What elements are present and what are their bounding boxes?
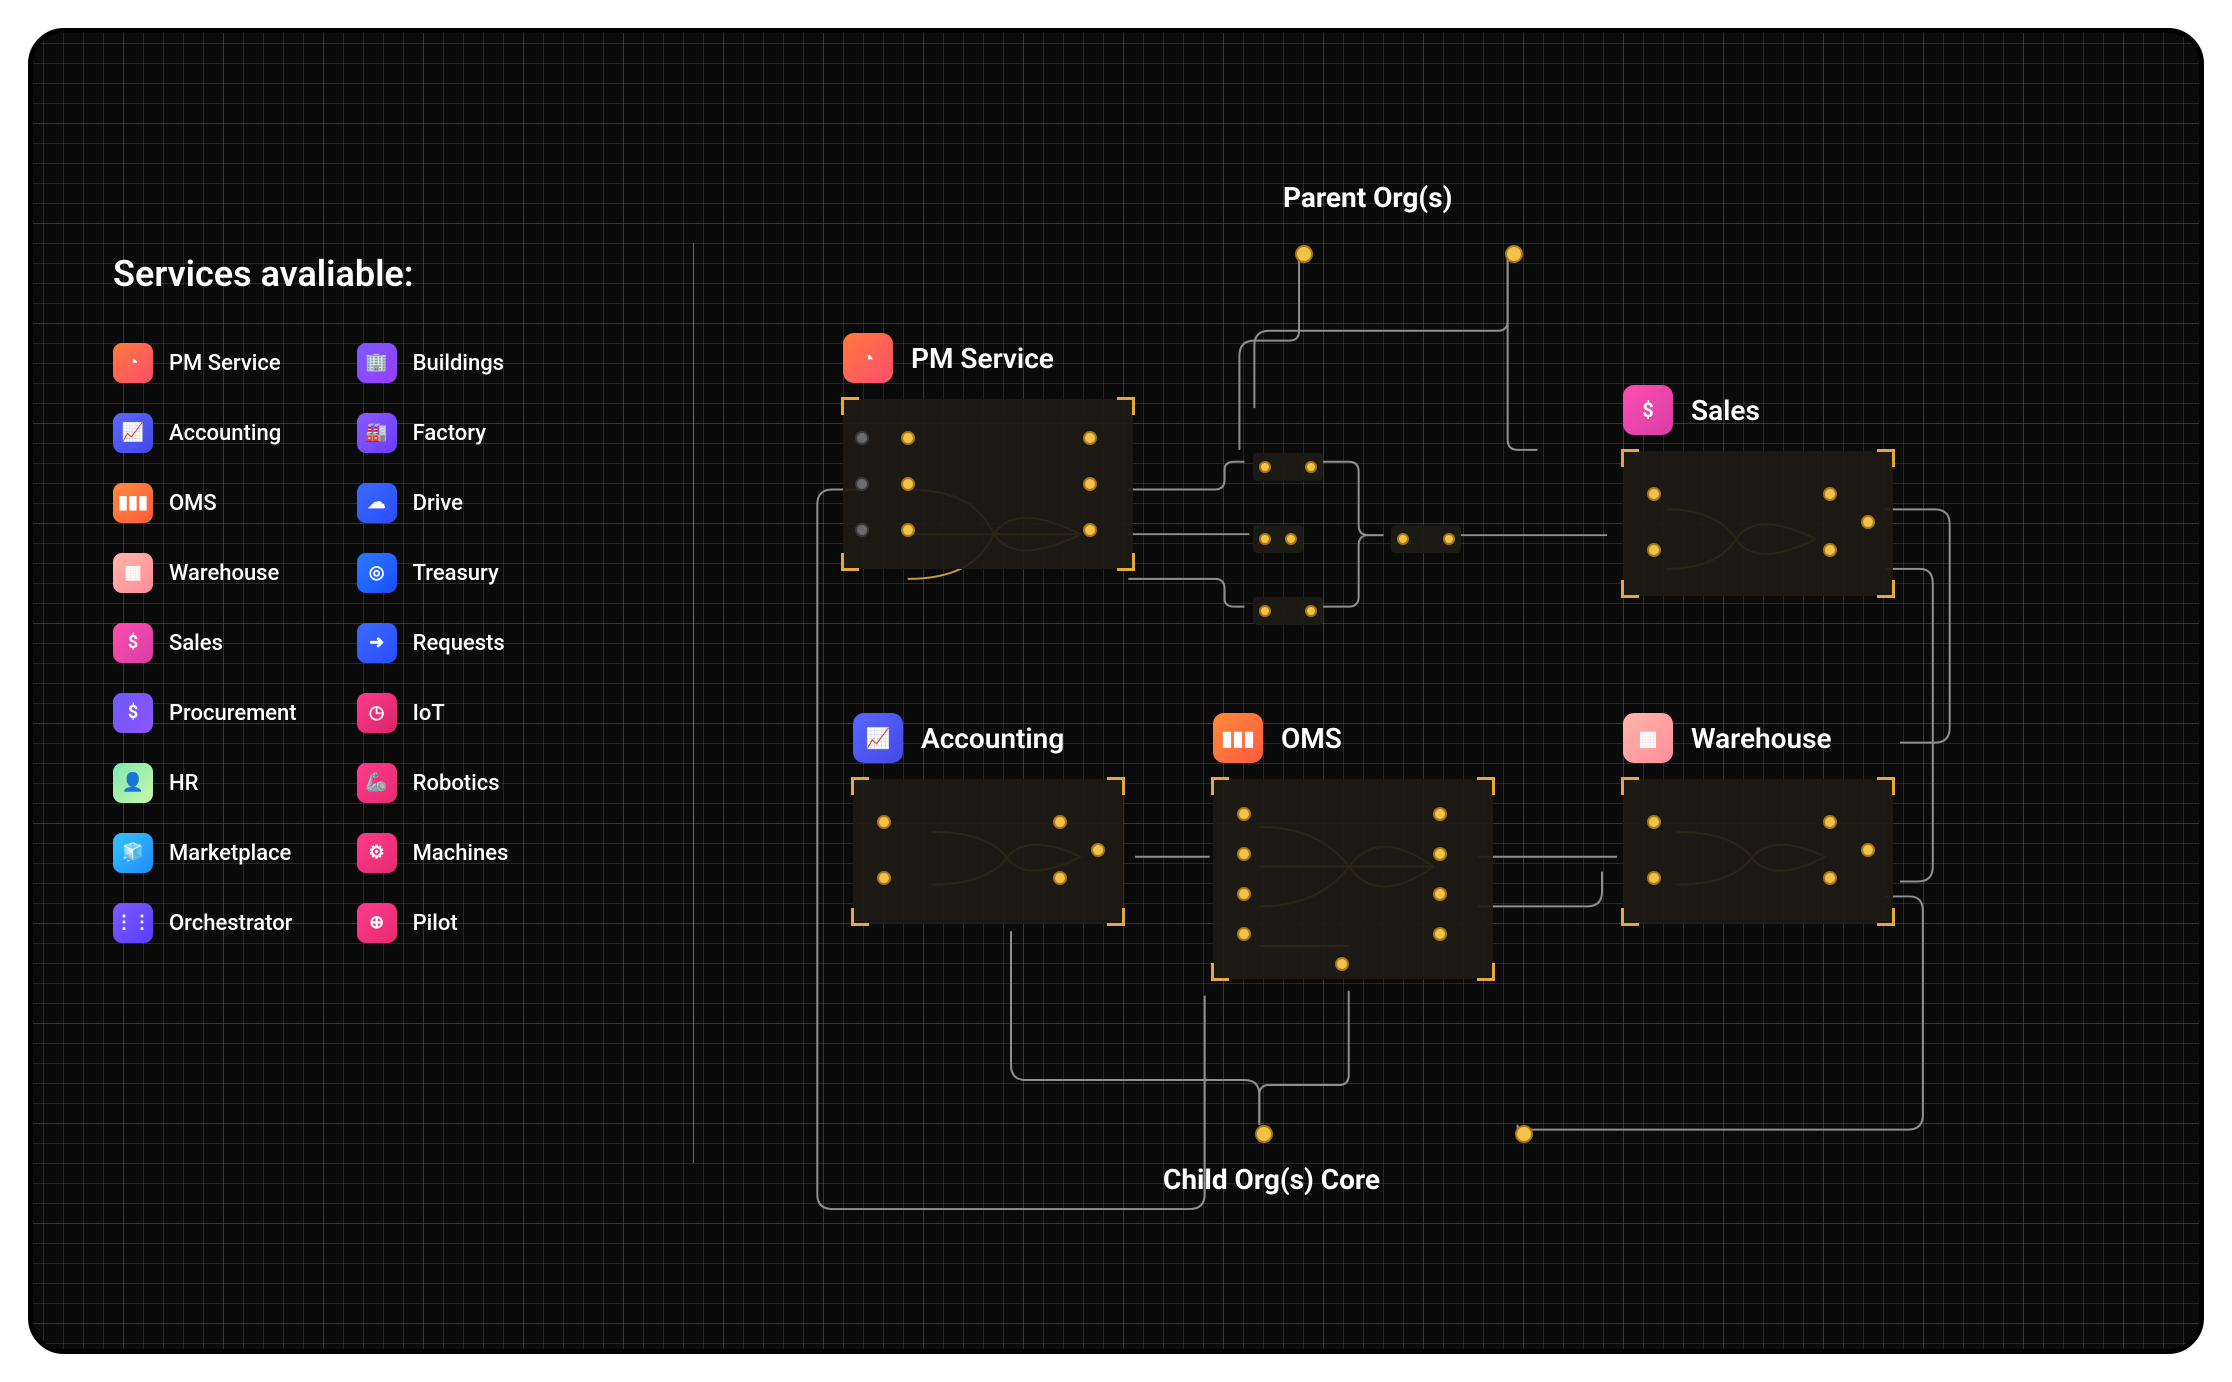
service-label: OMS — [169, 491, 217, 516]
pm-service-icon: ◔ — [843, 333, 893, 383]
sales-icon: $ — [1623, 385, 1673, 435]
service-label: IoT — [413, 701, 445, 726]
service-label: Drive — [413, 491, 463, 516]
service-item-factory[interactable]: 🏭 Factory — [357, 413, 509, 453]
service-label: Robotics — [413, 771, 500, 796]
accounting-icon: 📈 — [113, 413, 153, 453]
service-label: Procurement — [169, 701, 297, 726]
diagram-area[interactable]: Parent Org(s) Child Org(s) Core ◔ PM Ser… — [713, 33, 2199, 1349]
orchestrator-icon: ⋮⋮ — [113, 903, 153, 943]
service-item-hr[interactable]: 👤 HR — [113, 763, 297, 803]
parent-orgs-label: Parent Org(s) — [1283, 181, 1452, 214]
requests-icon: ➜ — [357, 623, 397, 663]
node-title: Sales — [1691, 394, 1760, 427]
treasury-icon: ◎ — [357, 553, 397, 593]
service-label: Requests — [413, 631, 505, 656]
buildings-icon: 🏢 — [357, 343, 397, 383]
service-item-marketplace[interactable]: 🧊 Marketplace — [113, 833, 297, 873]
service-item-accounting[interactable]: 📈 Accounting — [113, 413, 297, 453]
sales-icon: $ — [113, 623, 153, 663]
node-title: Warehouse — [1691, 722, 1832, 755]
service-item-warehouse[interactable]: ▦ Warehouse — [113, 553, 297, 593]
node-title: PM Service — [911, 342, 1054, 375]
service-label: Machines — [413, 841, 509, 866]
node-accounting[interactable]: 📈 Accounting — [853, 713, 1123, 924]
iot-icon: ◷ — [357, 693, 397, 733]
service-label: Orchestrator — [169, 911, 292, 936]
service-item-procurement[interactable]: $ Procurement — [113, 693, 297, 733]
service-item-sales[interactable]: $ Sales — [113, 623, 297, 663]
sidebar-title: Services avaliable: — [113, 253, 673, 295]
marketplace-icon: 🧊 — [113, 833, 153, 873]
factory-icon: 🏭 — [357, 413, 397, 453]
relay-node-2[interactable] — [1253, 525, 1303, 553]
child-endpoint-1[interactable] — [1255, 1125, 1273, 1143]
service-label: PM Service — [169, 351, 281, 376]
service-label: Marketplace — [169, 841, 291, 866]
service-label: HR — [169, 771, 198, 796]
service-item-oms[interactable]: ▮▮▮ OMS — [113, 483, 297, 523]
wires-layer — [713, 33, 2199, 1349]
service-item-iot[interactable]: ◷ IoT — [357, 693, 509, 733]
service-item-machines[interactable]: ⚙ Machines — [357, 833, 509, 873]
sidebar-divider — [693, 243, 694, 1163]
service-label: Treasury — [413, 561, 499, 586]
node-pm-service[interactable]: ◔ PM Service — [843, 333, 1133, 569]
node-title: Accounting — [921, 722, 1064, 755]
hr-icon: 👤 — [113, 763, 153, 803]
services-sidebar: Services avaliable: ◔ PM Service 📈 Accounti… — [113, 253, 673, 943]
service-item-pilot[interactable]: ⊕ Pilot — [357, 903, 509, 943]
relay-node-1[interactable] — [1253, 453, 1323, 481]
service-label: Factory — [413, 421, 486, 446]
node-warehouse[interactable]: ▦ Warehouse — [1623, 713, 1893, 924]
parent-endpoint-2[interactable] — [1505, 245, 1523, 263]
oms-icon: ▮▮▮ — [1213, 713, 1263, 763]
service-item-buildings[interactable]: 🏢 Buildings — [357, 343, 509, 383]
pilot-icon: ⊕ — [357, 903, 397, 943]
warehouse-icon: ▦ — [113, 553, 153, 593]
diagram-canvas[interactable]: Services avaliable: ◔ PM Service 📈 Accounti… — [28, 28, 2204, 1354]
service-label: Sales — [169, 631, 223, 656]
service-item-drive[interactable]: ☁ Drive — [357, 483, 509, 523]
relay-node-3[interactable] — [1253, 597, 1323, 625]
accounting-icon: 📈 — [853, 713, 903, 763]
child-endpoint-2[interactable] — [1515, 1125, 1533, 1143]
procurement-icon: $ — [113, 693, 153, 733]
relay-node-4[interactable] — [1391, 525, 1461, 553]
service-label: Warehouse — [169, 561, 279, 586]
child-orgs-label: Child Org(s) Core — [1163, 1163, 1380, 1196]
service-label: Pilot — [413, 911, 458, 936]
service-label: Accounting — [169, 421, 281, 446]
machines-icon: ⚙ — [357, 833, 397, 873]
robotics-icon: 🦾 — [357, 763, 397, 803]
warehouse-icon: ▦ — [1623, 713, 1673, 763]
service-item-pm-service[interactable]: ◔ PM Service — [113, 343, 297, 383]
node-oms[interactable]: ▮▮▮ OMS — [1213, 713, 1493, 979]
drive-icon: ☁ — [357, 483, 397, 523]
service-item-requests[interactable]: ➜ Requests — [357, 623, 509, 663]
service-item-treasury[interactable]: ◎ Treasury — [357, 553, 509, 593]
oms-icon: ▮▮▮ — [113, 483, 153, 523]
parent-endpoint-1[interactable] — [1295, 245, 1313, 263]
service-item-orchestrator[interactable]: ⋮⋮ Orchestrator — [113, 903, 297, 943]
node-sales[interactable]: $ Sales — [1623, 385, 1893, 596]
service-label: Buildings — [413, 351, 504, 376]
pm-service-icon: ◔ — [113, 343, 153, 383]
service-item-robotics[interactable]: 🦾 Robotics — [357, 763, 509, 803]
node-title: OMS — [1281, 722, 1342, 755]
